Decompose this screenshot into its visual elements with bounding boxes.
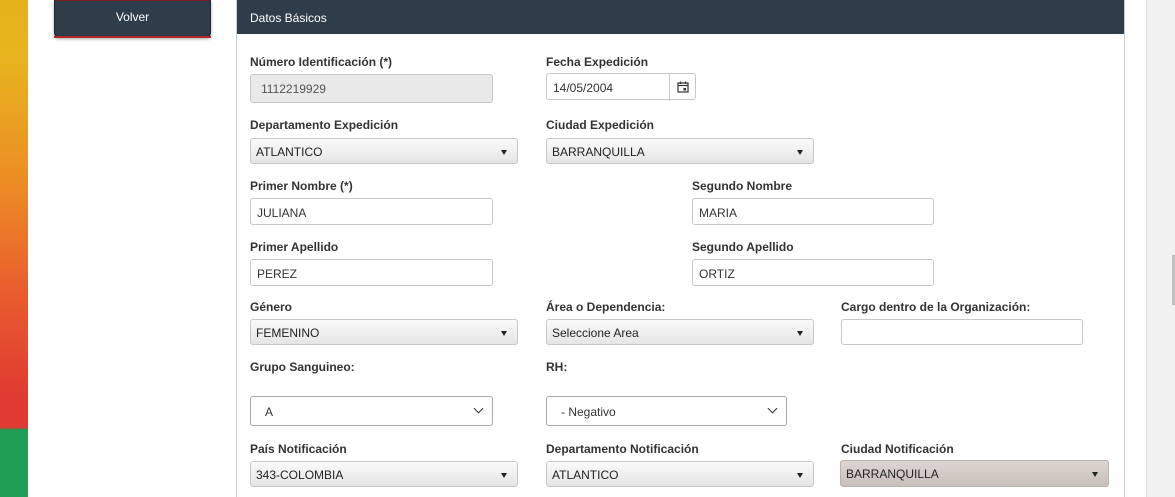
caret-down-icon xyxy=(501,150,507,155)
chevron-down-icon xyxy=(473,403,484,414)
numero-identificacion-field[interactable]: 1112219929 xyxy=(250,74,493,103)
cargo-label: Cargo dentro de la Organización: xyxy=(841,300,1031,314)
grupo-sanguineo-label: Grupo Sanguineo: xyxy=(250,360,355,374)
segundo-nombre-field[interactable]: MARIA xyxy=(692,198,934,225)
ciudad-notificacion-label: Ciudad Notificación xyxy=(841,442,954,456)
genero-select[interactable]: FEMENINO xyxy=(250,319,518,345)
segundo-nombre-label: Segundo Nombre xyxy=(692,179,793,193)
primer-nombre-field[interactable]: JULIANA xyxy=(250,198,493,225)
departamento-notificacion-value: ATLANTICO xyxy=(552,468,619,482)
grupo-sanguineo-select[interactable]: A xyxy=(250,396,493,426)
fecha-expedicion-value: 14/05/2004 xyxy=(553,81,614,95)
rh-select[interactable]: - Negativo xyxy=(546,396,787,426)
genero-value: FEMENINO xyxy=(256,326,320,340)
chevron-down-icon xyxy=(767,403,778,414)
segundo-apellido-label: Segundo Apellido xyxy=(692,240,794,254)
departamento-expedicion-value: ATLANTICO xyxy=(256,145,323,159)
grupo-sanguineo-value: A xyxy=(265,405,274,419)
primer-apellido-field[interactable]: PEREZ xyxy=(250,259,493,286)
ciudad-notificacion-value: BARRANQUILLA xyxy=(846,467,939,481)
departamento-notificacion-label: Departamento Notificación xyxy=(546,442,699,456)
caret-down-icon xyxy=(797,150,803,155)
cargo-field[interactable] xyxy=(841,319,1083,345)
caret-down-icon xyxy=(797,473,803,478)
caret-down-icon xyxy=(501,331,507,336)
side-color-stripe xyxy=(0,0,28,497)
area-select[interactable]: Seleccione Area xyxy=(546,319,814,345)
panel-title: Datos Básicos xyxy=(237,0,1124,34)
area-label: Área o Dependencia: xyxy=(546,300,666,314)
fecha-expedicion-field[interactable]: 14/05/2004 xyxy=(546,73,696,101)
ciudad-expedicion-label: Ciudad Expedición xyxy=(546,118,655,132)
caret-down-icon xyxy=(501,473,507,478)
calendar-icon[interactable] xyxy=(669,74,695,101)
pais-notificacion-label: País Notificación xyxy=(250,442,347,456)
page-scrollbar[interactable] xyxy=(1146,0,1175,497)
segundo-apellido-field[interactable]: ORTIZ xyxy=(692,259,934,286)
departamento-expedicion-select[interactable]: ATLANTICO xyxy=(250,138,518,164)
back-button[interactable]: Volver xyxy=(54,0,211,37)
pais-notificacion-value: 343-COLOMBIA xyxy=(256,468,344,482)
ciudad-notificacion-select[interactable]: BARRANQUILLA xyxy=(840,460,1109,487)
caret-down-icon xyxy=(797,331,803,336)
caret-down-icon xyxy=(1092,472,1098,477)
primer-apellido-label: Primer Apellido xyxy=(250,240,339,254)
genero-label: Género xyxy=(250,300,293,314)
departamento-expedicion-label: Departamento Expedición xyxy=(250,118,399,132)
fecha-expedicion-label: Fecha Expedición xyxy=(546,55,649,69)
ciudad-expedicion-select[interactable]: BARRANQUILLA xyxy=(546,138,814,164)
pais-notificacion-select[interactable]: 343-COLOMBIA xyxy=(250,461,518,487)
numero-identificacion-label: Número Identificación (*) xyxy=(250,55,393,69)
rh-value: - Negativo xyxy=(561,405,616,419)
area-value: Seleccione Area xyxy=(552,326,639,340)
departamento-notificacion-select[interactable]: ATLANTICO xyxy=(546,461,814,487)
rh-label: RH: xyxy=(546,360,568,374)
primer-nombre-label: Primer Nombre (*) xyxy=(250,179,353,193)
ciudad-expedicion-value: BARRANQUILLA xyxy=(552,145,645,159)
datos-basicos-panel: Datos Básicos Número Identificación (*) … xyxy=(236,0,1125,497)
back-button-accent xyxy=(54,36,211,38)
